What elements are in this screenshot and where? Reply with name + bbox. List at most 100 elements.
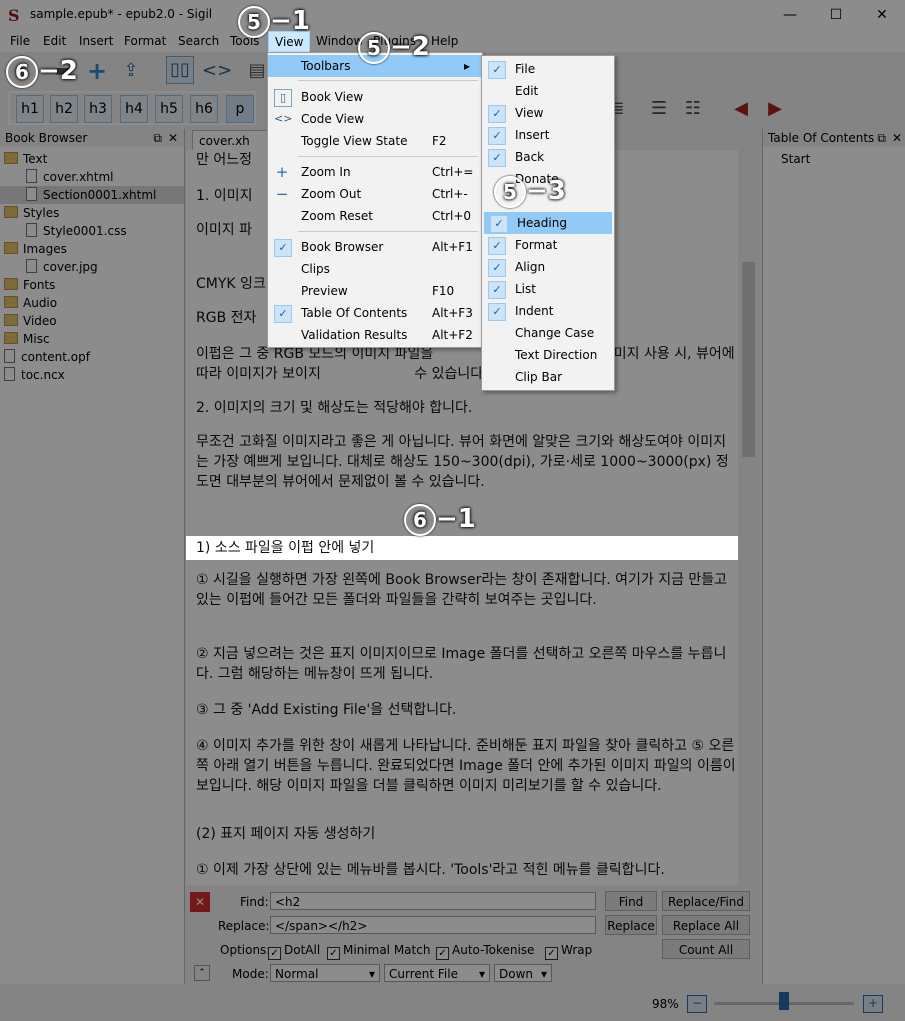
toolbars-submenu-item[interactable]: ✓ Heading [484, 212, 612, 234]
maximize-button[interactable]: ☐ [813, 0, 859, 30]
scope-select[interactable]: Current File ▾ [384, 964, 490, 982]
menu-window[interactable]: Window [316, 34, 363, 48]
zoom-slider-thumb[interactable] [779, 992, 789, 1010]
toolbars-submenu-item[interactable]: Edit [482, 80, 614, 102]
tree-file[interactable]: cover.xhtml [0, 168, 184, 186]
book-browser-panel: Book Browser ⧉ ✕ Text cover.xhtml Section0… [0, 129, 185, 984]
view-menu-book-browser[interactable]: ✓ Book Browser Alt+F1 [268, 236, 482, 258]
tree-file[interactable]: toc.ncx [0, 366, 184, 384]
view-menu-toggle-view[interactable]: Toggle View State F2 [268, 130, 482, 152]
view-menu-zoom-reset[interactable]: Zoom Reset Ctrl+0 [268, 205, 482, 227]
paragraph-button[interactable]: p [226, 95, 254, 123]
toolbars-submenu-item[interactable]: ✓ View [482, 102, 614, 124]
check-icon: ✓ [490, 215, 508, 233]
view-menu: Toolbars ▸ ▯ Book View <> Code View Toggle … [267, 52, 483, 348]
tree-folder[interactable]: Text [0, 150, 184, 168]
view-menu-table-of-contents[interactable]: ✓ Table Of Contents Alt+F3 [268, 302, 482, 324]
close-button[interactable]: ✕ [859, 0, 905, 30]
options-label: Options: [220, 943, 271, 957]
bullet-list-icon[interactable]: ☰ [646, 96, 672, 122]
tree-item-label: toc.ncx [21, 368, 65, 382]
zoom-out-icon[interactable]: − [687, 995, 707, 1013]
minimize-button[interactable]: — [767, 0, 813, 30]
zoom-in-icon[interactable]: + [863, 995, 883, 1013]
toolbars-submenu-item[interactable]: ✓ Format [482, 234, 614, 256]
view-menu-preview[interactable]: Preview F10 [268, 280, 482, 302]
option-minimal-match[interactable]: ✓ Minimal Match [327, 943, 430, 960]
increase-indent-icon[interactable]: ▶ [762, 96, 788, 122]
find-button[interactable]: Find [605, 891, 657, 911]
direction-select[interactable]: Down ▾ [494, 964, 552, 982]
toolbars-submenu-item[interactable]: Text Direction [482, 344, 614, 366]
check-icon: ✓ [488, 105, 506, 123]
toolbars-submenu-item[interactable]: ✓ Insert [482, 124, 614, 146]
toolbars-submenu-item[interactable]: ✓ Indent [482, 300, 614, 322]
count-all-button[interactable]: Count All [662, 939, 750, 959]
tree-file[interactable]: content.opf [0, 348, 184, 366]
decrease-indent-icon[interactable]: ◀ [728, 96, 754, 122]
option-dotall[interactable]: ✓ DotAll [268, 943, 320, 960]
sigil-logo-icon: S [8, 6, 20, 25]
toolbars-submenu-item[interactable]: ✓ Back [482, 146, 614, 168]
toolbars-submenu-item[interactable]: ✓ File [482, 58, 614, 80]
h4-button[interactable]: h4 [120, 95, 148, 123]
replace-button[interactable]: Replace [605, 915, 657, 935]
tree-file[interactable]: Section0001.xhtml [0, 186, 184, 204]
replace-find-button[interactable]: Replace/Find [662, 891, 750, 911]
tree-folder[interactable]: Fonts [0, 276, 184, 294]
menu-edit[interactable]: Edit [43, 34, 66, 48]
code-view-icon[interactable]: <> [202, 58, 232, 84]
tree-folder[interactable]: Styles [0, 204, 184, 222]
add-file-icon[interactable]: + [84, 58, 110, 84]
option-auto-tokenise[interactable]: ✓ Auto-Tokenise [436, 943, 534, 960]
menu-search[interactable]: Search [178, 34, 219, 48]
toolbars-submenu-item[interactable]: ✓ Align [482, 256, 614, 278]
menu-format[interactable]: Format [124, 34, 166, 48]
book-view-icon[interactable]: ▯▯ [166, 56, 194, 84]
h1-button[interactable]: h1 [16, 95, 44, 123]
tree-folder[interactable]: Misc [0, 330, 184, 348]
float-panel-icon[interactable]: ⧉ [877, 129, 886, 147]
toolbars-submenu-item[interactable]: ✓ List [482, 278, 614, 300]
replace-input[interactable]: </span></h2> [270, 916, 596, 934]
menu-insert[interactable]: Insert [79, 34, 113, 48]
option-wrap[interactable]: ✓ Wrap [545, 943, 592, 960]
close-panel-icon[interactable]: ✕ [892, 129, 902, 147]
menu-file[interactable]: File [10, 34, 30, 48]
toolbars-submenu-item[interactable]: Clip Bar [482, 366, 614, 388]
find-input[interactable]: <h2 [270, 892, 596, 910]
float-panel-icon[interactable]: ⧉ [153, 129, 162, 147]
tree-folder[interactable]: Video [0, 312, 184, 330]
tree-folder[interactable]: Images [0, 240, 184, 258]
mode-select[interactable]: Normal ▾ [270, 964, 380, 982]
view-menu-code-view[interactable]: <> Code View [268, 108, 482, 130]
replace-all-button[interactable]: Replace All [662, 915, 750, 935]
numbered-list-icon[interactable]: ☷ [680, 96, 706, 122]
toolbars-submenu-label: View [515, 106, 544, 120]
tree-file[interactable]: Style0001.css [0, 222, 184, 240]
tree-folder[interactable]: Audio [0, 294, 184, 312]
editor-scrollbar[interactable] [740, 150, 757, 885]
view-menu-zoom-in[interactable]: + Zoom In Ctrl+= [268, 161, 482, 183]
view-menu-validation-results[interactable]: Validation Results Alt+F2 [268, 324, 482, 346]
close-panel-icon[interactable]: ✕ [168, 129, 178, 147]
view-menu-book-view[interactable]: ▯ Book View [268, 86, 482, 108]
menu-help[interactable]: Help [431, 34, 458, 48]
status-bar: 98% − + [0, 986, 905, 1021]
h5-button[interactable]: h5 [155, 95, 183, 123]
expand-icon[interactable]: ⌃ [194, 965, 210, 981]
selected-heading[interactable]: 1) 소스 파일을 이펍 안에 넣기 [186, 536, 738, 560]
import-icon[interactable]: ⇪ [118, 58, 144, 84]
annotation-5-1: 5 −1 [238, 6, 310, 38]
editor-scroll-thumb[interactable] [742, 262, 755, 457]
h3-button[interactable]: h3 [84, 95, 112, 123]
toolbars-submenu-item[interactable]: Change Case [482, 322, 614, 344]
view-menu-zoom-out[interactable]: − Zoom Out Ctrl+- [268, 183, 482, 205]
tree-file[interactable]: cover.jpg [0, 258, 184, 276]
h2-button[interactable]: h2 [50, 95, 78, 123]
h6-button[interactable]: h6 [190, 95, 218, 123]
view-menu-clips[interactable]: Clips [268, 258, 482, 280]
toc-item[interactable]: Start [763, 150, 905, 168]
close-find-icon[interactable]: ✕ [190, 892, 210, 912]
file-icon [26, 259, 37, 273]
